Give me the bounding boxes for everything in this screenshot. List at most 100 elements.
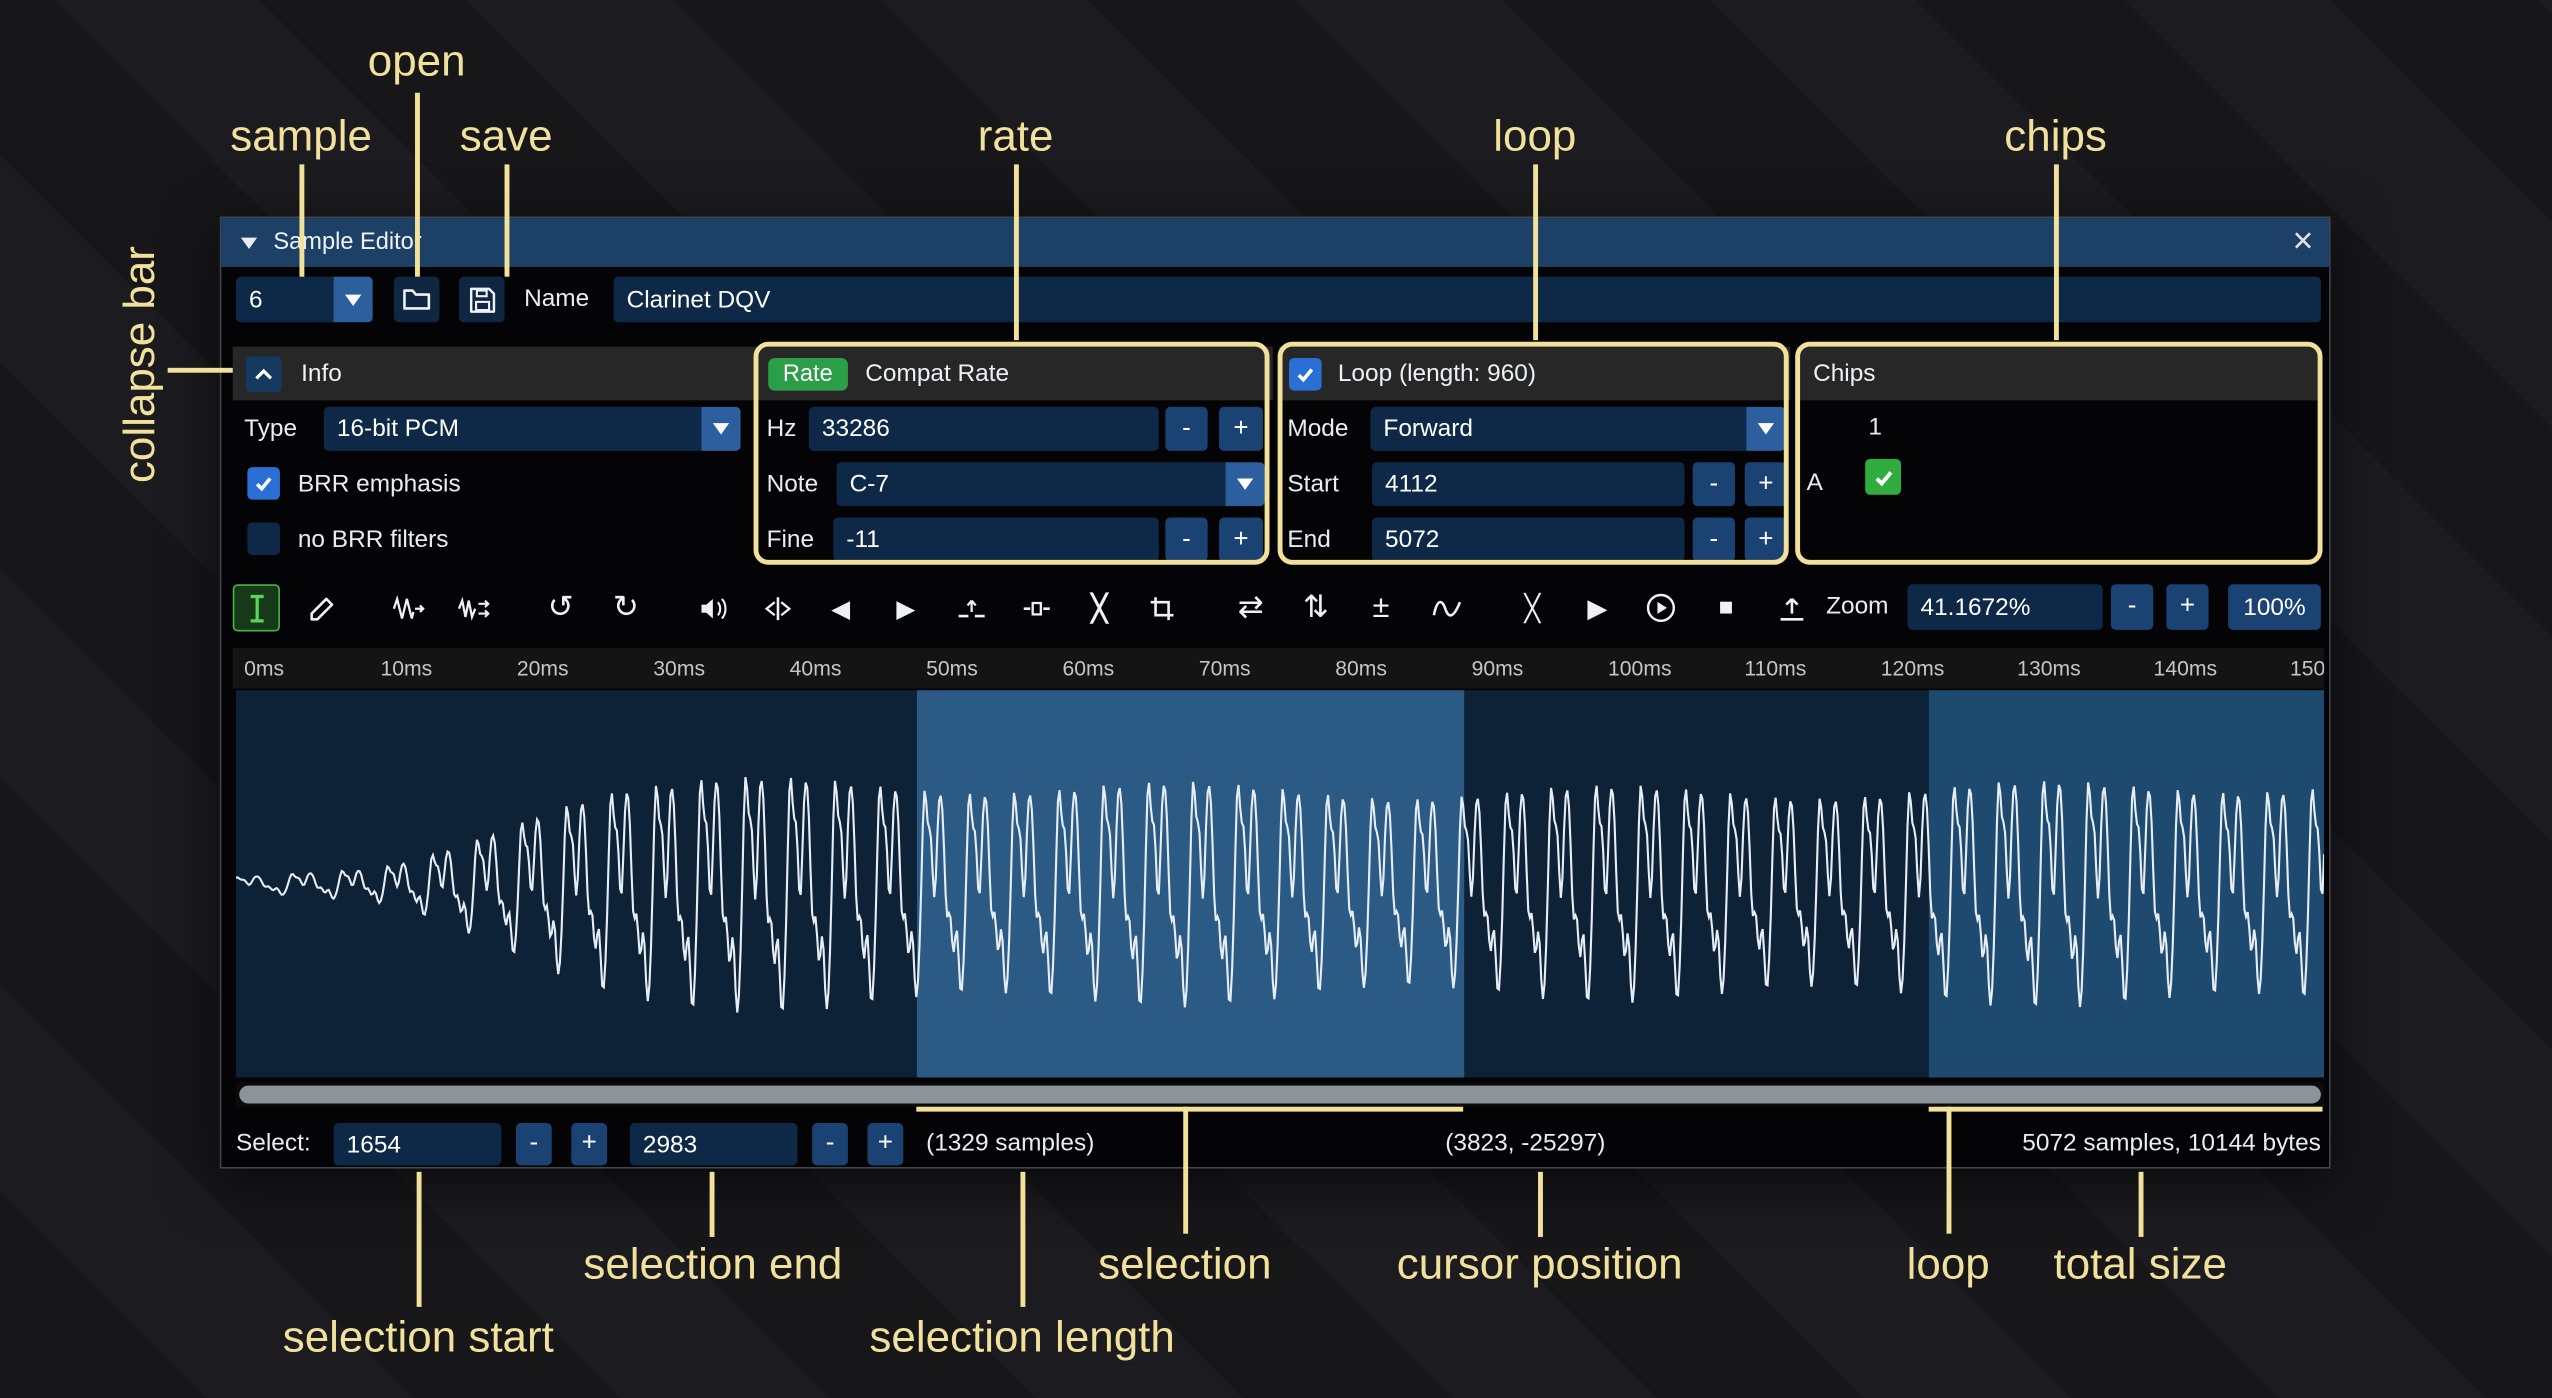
open-sample-button[interactable] [394,277,440,323]
annotation-line-selection-length [1020,1172,1025,1307]
chevron-down-icon[interactable] [701,407,740,451]
ruler-tick-label: 20ms [517,648,569,689]
timeline-ruler[interactable]: 0ms10ms20ms30ms40ms50ms60ms70ms80ms90ms1… [233,648,2324,689]
reverse-button[interactable]: ⇄ [1227,584,1274,631]
annotation-line-selection-end [709,1172,714,1237]
selection-length-text: (1329 samples) [926,1121,1094,1167]
brr-emphasis-checkbox[interactable] [247,467,280,500]
create-wavetable-button[interactable] [1768,584,1815,631]
stop-preview-button[interactable]: ■ [1702,584,1749,631]
undo-button[interactable]: ↺ [537,584,584,631]
window-close-button[interactable]: × [2280,218,2326,264]
ruler-tick-label: 30ms [653,648,705,689]
ruler-tick-label: 150ms [2290,648,2324,689]
zoom-label: Zoom [1826,584,1888,630]
annotation-bracket-loop-v [1946,1107,1951,1234]
annotation-bracket-selection-h [916,1107,1463,1112]
annotation-selection-length: selection length [869,1313,1174,1363]
annotation-line-sample [299,164,304,276]
sample-type-value: 16-bit PCM [324,407,702,451]
type-label: Type [244,407,297,451]
apply-silence-button[interactable] [1012,584,1059,631]
window-collapse-icon[interactable] [241,237,257,248]
no-brr-filters-label: no BRR filters [298,518,449,562]
resize-button[interactable] [384,584,431,631]
ruler-tick-label: 140ms [2154,648,2218,689]
annotation-save: save [460,111,553,161]
draw-tool-button[interactable] [298,584,345,631]
zoom-out-button[interactable]: - [2111,584,2153,630]
rate-annotation-box [754,342,1270,565]
chips-annotation-box [1795,342,2322,565]
sample-type-selector[interactable]: 16-bit PCM [324,407,741,451]
ruler-tick-label: 80ms [1335,648,1387,689]
crop-icon [1148,595,1174,621]
annotation-line-chips [2053,164,2058,340]
zoom-reset-button[interactable]: 100% [2228,584,2321,630]
waveform-display[interactable] [236,690,2324,1077]
cursor-position-text: (3823, -25297) [1445,1121,1605,1167]
sample-name-input[interactable] [614,277,2321,323]
sample-number-value: 6 [236,277,334,323]
annotation-line-open [414,93,419,277]
selection-start-decrease-button[interactable]: - [516,1123,552,1165]
annotation-cursor-position: cursor position [1397,1239,1683,1289]
delete-button[interactable]: ╳ [1076,584,1123,631]
select-tool-button[interactable] [233,584,280,631]
normalize-button[interactable] [754,584,801,631]
selection-start-input[interactable] [334,1123,502,1165]
zoom-input[interactable] [1907,584,2102,630]
fade-in-button[interactable]: ◀ [817,584,864,631]
total-size-text: 5072 samples, 10144 bytes [2022,1121,2321,1167]
annotation-line-cursor-position [1537,1172,1542,1237]
filter-button[interactable] [1422,584,1469,631]
sample-selector[interactable]: 6 [236,277,373,323]
annotation-collapse-bar: collapse bar [115,246,165,483]
selection-end-increase-button[interactable]: + [867,1123,903,1165]
chevron-down-icon[interactable] [334,277,373,323]
save-sample-button[interactable] [459,277,505,323]
preview-selection-button[interactable] [1637,584,1684,631]
annotation-line-rate [1013,164,1018,340]
window-title: Sample Editor [273,229,421,255]
amplify-button[interactable] [688,584,735,631]
ruler-tick-label: 120ms [1881,648,1945,689]
info-header-label: Info [301,360,342,388]
window-titlebar[interactable]: Sample Editor [221,218,2329,267]
collapse-bar-button[interactable] [246,356,282,392]
waveform-scrollbar-thumb[interactable] [239,1086,2321,1104]
invert-button[interactable]: ⇅ [1292,584,1339,631]
preview-button[interactable]: ▶ [1574,584,1621,631]
resample-button[interactable] [449,584,496,631]
ruler-tick-label: 60ms [1062,648,1114,689]
name-label: Name [524,277,589,323]
redo-button[interactable]: ↻ [602,584,649,631]
ruler-tick-label: 10ms [381,648,433,689]
pencil-icon [308,595,334,621]
annotation-bracket-loop-h [1929,1107,2323,1112]
insert-silence-button[interactable] [947,584,994,631]
ruler-tick-label: 90ms [1472,648,1524,689]
no-brr-filters-checkbox[interactable] [247,522,280,555]
check-icon [254,474,274,494]
normalize-icon [763,595,792,621]
trim-button[interactable] [1138,584,1185,631]
selection-end-decrease-button[interactable]: - [812,1123,848,1165]
ruler-tick-label: 110ms [1744,648,1806,689]
loop-annotation-box [1278,342,1789,565]
selection-start-increase-button[interactable]: + [571,1123,607,1165]
ruler-tick-label: 50ms [926,648,978,689]
circled-play-icon [1645,592,1676,623]
fade-out-button[interactable]: ▶ [882,584,929,631]
ibeam-cursor-icon [245,593,268,622]
annotation-line-collapse-bar [168,368,233,373]
resample-icon [457,595,490,621]
screenshot-stage: Sample Editor × 6 Name Info Type 16-bit … [0,0,2552,1398]
sign-convert-button[interactable]: ± [1357,584,1404,631]
annotation-loop-bottom: loop [1907,1239,1990,1289]
ruler-tick-label: 100ms [1608,648,1672,689]
resize-icon [391,595,424,621]
selection-end-input[interactable] [630,1123,798,1165]
zoom-in-button[interactable]: + [2166,584,2208,630]
crossfade-loop-button[interactable]: ╳ [1509,584,1556,631]
